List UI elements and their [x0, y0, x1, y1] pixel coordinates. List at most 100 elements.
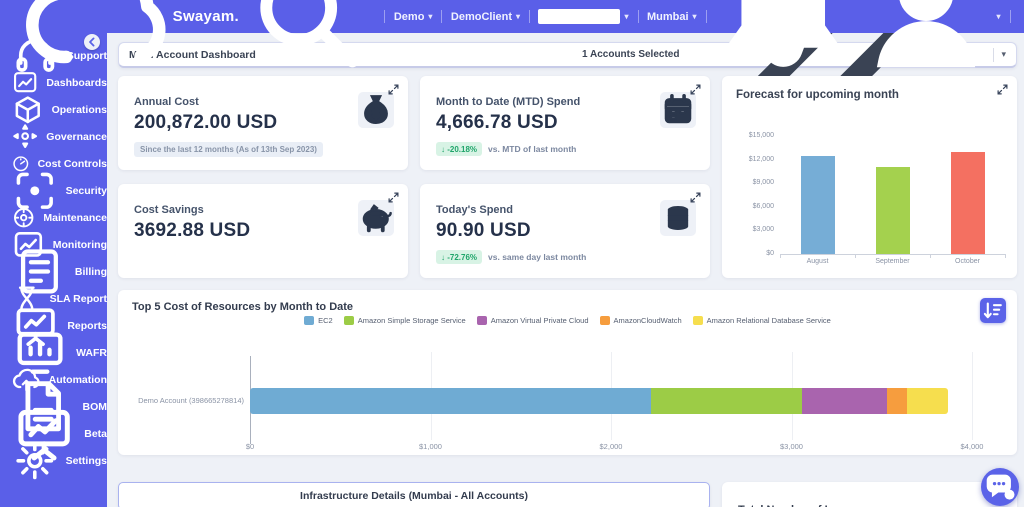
search-icon[interactable]: [239, 0, 375, 85]
chevron-left-icon: [84, 34, 100, 50]
top5-resources-card: Top 5 Cost of Resources by Month to Date…: [118, 290, 1017, 455]
main-content: Multi Account Dashboard 1 Accounts Selec…: [107, 33, 1024, 507]
gear-icon: [11, 437, 59, 485]
mtd-spend-card: Month to Date (MTD) Spend 4,666.78 USD ↓…: [420, 76, 710, 170]
sidebar-item-operations[interactable]: Operations: [0, 96, 107, 123]
expand-icon[interactable]: [689, 83, 702, 96]
y-tick-label: $3,000: [734, 226, 774, 233]
chevron-down-icon: ▾: [997, 12, 1001, 21]
todays-spend-value: 90.90 USD: [436, 220, 531, 242]
forecast-bar-chart: $0$3,000$6,000$9,000$12,000$15,000August…: [722, 76, 1017, 278]
sidebar-item-label: Settings: [66, 455, 107, 467]
piggy-bank-icon: [358, 200, 394, 236]
region-menu[interactable]: Mumbai ▾: [647, 11, 697, 23]
chevron-down-icon[interactable]: ▾: [624, 12, 628, 21]
sidebar-item-security[interactable]: Security: [0, 177, 107, 204]
user-menu[interactable]: ▾: [860, 0, 1000, 83]
x-tick-label: $2,000: [581, 442, 641, 451]
todays-spend-card: Today's Spend 90.90 USD ↓ -72.76% vs. sa…: [420, 184, 710, 278]
annual-cost-value: 200,872.00 USD: [134, 112, 277, 134]
x-tick-label: $0: [220, 442, 280, 451]
forecast-bar-september: [876, 167, 910, 254]
bar-segment-amazon-relational-database-service: [907, 388, 949, 414]
y-tick-label: $9,000: [734, 179, 774, 186]
sidebar-nav: SupportDashboardsOperationsGovernanceCos…: [0, 33, 107, 507]
calendar-icon: [660, 92, 696, 128]
coins-stack-icon: [660, 200, 696, 236]
header-controls: Demo ▾ DemoClient ▾ ▾ Mumbai ▾ ▾: [239, 0, 1010, 85]
todays-change-note: vs. same day last month: [488, 252, 586, 262]
expand-icon[interactable]: [387, 191, 400, 204]
svg-text:$: $: [372, 107, 379, 121]
sidebar-item-governance[interactable]: Governance: [0, 123, 107, 150]
card-title: Cost Savings: [134, 204, 204, 216]
sidebar-item-billing[interactable]: Billing: [0, 258, 107, 285]
stacked-bar: [250, 388, 948, 414]
top-header-bar: Swayam. Demo ▾ DemoClient ▾ ▾ Mumbai ▾: [0, 0, 1024, 33]
y-tick-label: $6,000: [734, 203, 774, 210]
chevron-down-icon: ▾: [428, 12, 432, 21]
brand-logo-text: Swayam.: [173, 8, 239, 25]
sidebar-item-label: Governance: [46, 131, 107, 143]
chevron-down-icon: ▾: [693, 12, 697, 21]
sidebar-item-label: Operations: [52, 104, 107, 116]
y-tick-label: $0: [734, 250, 774, 257]
sidebar-collapse-button[interactable]: [84, 34, 100, 50]
demo-menu[interactable]: Demo ▾: [394, 11, 433, 23]
infrastructure-details-bar[interactable]: Infrastructure Details (Mumbai - All Acc…: [118, 482, 710, 507]
axis-tick: [1005, 254, 1006, 258]
card-title: Today's Spend: [436, 204, 513, 216]
total-issues-card: Total Number of Issues: [722, 482, 1017, 507]
chat-fab-button[interactable]: [981, 468, 1019, 506]
notifications-bell-icon[interactable]: [715, 0, 851, 85]
sidebar-item-label: Maintenance: [43, 212, 107, 224]
sidebar-item-wafr[interactable]: WAFR: [0, 339, 107, 366]
money-bag-icon: $: [358, 92, 394, 128]
cube-icon: [11, 93, 45, 127]
x-axis-line: [780, 254, 1005, 255]
sidebar-item-label: WAFR: [76, 347, 107, 359]
client-menu[interactable]: DemoClient ▾: [451, 11, 520, 23]
mtd-change-note: vs. MTD of last month: [488, 144, 576, 154]
axis-tick: [855, 254, 856, 258]
top5-stacked-bar-chart: $0$1,000$2,000$3,000$4,000: [250, 290, 972, 455]
sidebar-item-label: Security: [66, 185, 107, 197]
card-title: Annual Cost: [134, 96, 199, 108]
bar-segment-amazoncloudwatch: [887, 388, 907, 414]
account-input[interactable]: [538, 9, 620, 24]
sidebar-item-label: Billing: [75, 266, 107, 278]
x-tick-label: $4,000: [942, 442, 1002, 451]
sidebar-item-label: BOM: [83, 401, 108, 413]
bar-segment-ec2: [250, 388, 651, 414]
expand-icon[interactable]: [689, 191, 702, 204]
card-title: Month to Date (MTD) Spend: [436, 96, 580, 108]
account-select: ▾: [538, 9, 628, 24]
bar-segment-amazon-virtual-private-cloud: [802, 388, 887, 414]
x-tick-label: September: [855, 258, 930, 265]
x-tick-label: August: [780, 258, 855, 265]
sidebar-item-label: Beta: [84, 428, 107, 440]
user-icon: [860, 0, 992, 83]
demo-menu-label: Demo: [394, 11, 425, 23]
chevron-down-icon: ▾: [516, 12, 520, 21]
chat-bubble-icon: [981, 468, 1019, 506]
forecast-card: Forecast for upcoming month $0$3,000$6,0…: [722, 76, 1017, 278]
annual-cost-note-badge: Since the last 12 months (As of 13th Sep…: [134, 142, 323, 157]
sidebar-item-label: Reports: [67, 320, 107, 332]
forecast-bar-october: [951, 152, 985, 254]
cost-savings-value: 3692.88 USD: [134, 220, 250, 242]
x-tick-label: October: [930, 258, 1005, 265]
sidebar-item-settings[interactable]: Settings: [0, 447, 107, 474]
client-menu-label: DemoClient: [451, 11, 512, 23]
expand-icon[interactable]: [387, 83, 400, 96]
account-row-label: Demo Account (398665278814): [132, 388, 244, 414]
axis-tick: [930, 254, 931, 258]
axis-tick: [780, 254, 781, 258]
y-tick-label: $15,000: [734, 132, 774, 139]
gridline: [972, 352, 973, 440]
app-screen: Swayam. Demo ▾ DemoClient ▾ ▾ Mumbai ▾: [0, 0, 1024, 507]
mtd-spend-value: 4,666.78 USD: [436, 112, 558, 134]
brand-logo[interactable]: Swayam.: [14, 0, 239, 94]
bar-segment-amazon-simple-storage-service: [651, 388, 803, 414]
forecast-bar-august: [801, 156, 835, 254]
